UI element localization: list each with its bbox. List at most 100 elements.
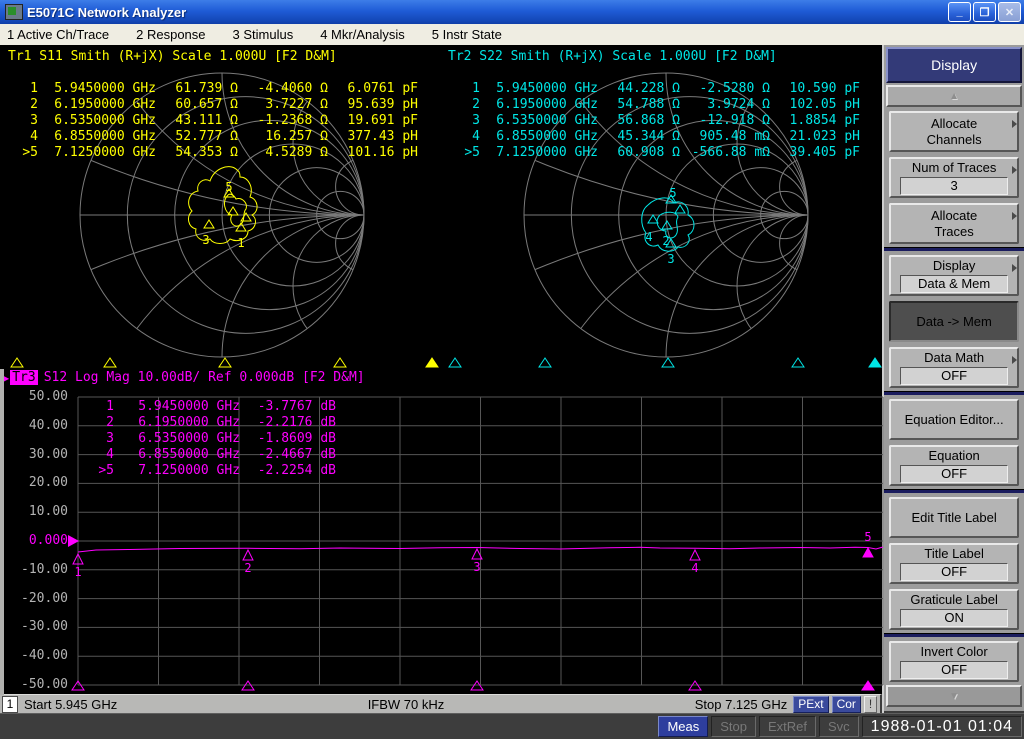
softkey-display-value: Data & Mem: [900, 275, 1009, 293]
softkey-sidebar: Display ▲ Allocate Channels Num of Traces 3…: [882, 45, 1024, 713]
tr2-marker-table: 1 5.9450000 GHz 44.228 Ω -2.5280 Ω 10.590 pF…: [442, 81, 860, 161]
analyzer-screen: 1 3 5 2 3 4 5 1 2 3 4 5 Tr1 S11 Smith (R+jX) Scal…: [0, 45, 884, 695]
softkey-scroll-up-button[interactable]: ▲: [886, 85, 1022, 107]
marker-triangle-icon: [242, 548, 254, 561]
start-frequency: Start 5.945 GHz: [24, 696, 118, 712]
status-stop: Stop: [711, 716, 756, 737]
instrument-status-bar: Meas Stop ExtRef Svc 1988-01-01 01:04: [0, 713, 1024, 739]
stimulus-marker-icon: [791, 357, 805, 368]
menu-item-1-active-ch-trace[interactable]: 1 Active Ch/Trace: [7, 27, 109, 42]
marker-row: 2 6.1950000 GHz 54.788 Ω 3.9724 Ω 102.05 pH: [472, 97, 860, 112]
marker-label: 2: [662, 234, 669, 248]
submenu-arrow-icon: [1011, 356, 1017, 364]
y-axis-label: 0.000: [28, 533, 68, 548]
channel-number: 1: [2, 695, 18, 713]
title-bar: E5071C Network Analyzer _ ❐ ✕: [0, 0, 1024, 24]
status-svc: Svc: [819, 716, 859, 737]
submenu-arrow-icon: [1011, 166, 1017, 174]
menu-bar: 1 Active Ch/Trace 2 Response 3 Stimulus 4 M…: [0, 24, 1024, 45]
sidebar-empty-area: [884, 711, 1024, 713]
marker-row: 3 6.5350000 GHz -1.8609 dB: [106, 431, 336, 446]
stimulus-marker-icon: [218, 357, 232, 368]
marker-label: 3: [202, 233, 209, 247]
marker-row: 4 6.8550000 GHz 45.344 Ω 905.48 mΩ 21.023 pH: [472, 129, 860, 144]
softkey-scroll-down-button[interactable]: ▼: [886, 685, 1022, 707]
status-meas: Meas: [658, 716, 709, 737]
marker-label: 1: [237, 236, 244, 250]
menu-item-3-stimulus[interactable]: 3 Stimulus: [233, 27, 294, 42]
softkey-data-math[interactable]: Data Math OFF: [889, 347, 1019, 388]
marker-row: 2 6.1950000 GHz 60.657 Ω 3.7227 Ω 95.639 pH: [30, 97, 418, 112]
marker-row: 2 6.1950000 GHz -2.2176 dB: [106, 415, 336, 430]
softkey-num-of-traces[interactable]: Num of Traces 3: [889, 157, 1019, 198]
window-title: E5071C Network Analyzer: [27, 4, 187, 20]
y-axis-label: 50.00: [28, 389, 68, 404]
softkey-allocate-traces[interactable]: Allocate Traces: [889, 203, 1019, 244]
softkey-title-label-value: OFF: [900, 563, 1009, 581]
status-badge-pext: PExt: [793, 695, 829, 713]
softkey-group-separator: [884, 633, 1024, 637]
marker-triangle-icon: [240, 212, 252, 222]
y-axis-label: -40.00: [21, 648, 68, 664]
marker-label: 2: [244, 561, 251, 575]
tr3-header: ▶ Tr3 S12 Log Mag 10.00dB/ Ref 0.000dB […: [2, 370, 365, 385]
y-axis-label: 40.00: [28, 417, 68, 433]
menu-item-2-response[interactable]: 2 Response: [136, 27, 205, 42]
stimulus-marker-icon: [333, 357, 347, 368]
marker-triangle-icon: [689, 548, 701, 561]
y-axis-label: 30.00: [28, 446, 68, 462]
stimulus-marker-icon: [448, 357, 462, 368]
down-arrow-icon: ▼: [949, 690, 960, 702]
softkey-edit-title-label[interactable]: Edit Title Label: [889, 497, 1019, 538]
marker-row: >5 7.1250000 GHz 60.908 Ω -566.88 mΩ 39.405 …: [464, 145, 860, 160]
stimulus-marker-icon: [868, 357, 882, 368]
channel-badges: PExt Cor!: [793, 695, 880, 713]
softkey-invert-color-value: OFF: [900, 661, 1009, 679]
tr3-name: Tr3: [10, 370, 38, 385]
smith-stimulus-markers: [10, 357, 882, 368]
marker-label: 3: [473, 560, 480, 574]
menu-item-4-mkr-analysis[interactable]: 4 Mkr/Analysis: [320, 27, 405, 42]
marker-row: 1 5.9450000 GHz 61.739 Ω -4.4060 Ω 6.0761 pF: [30, 81, 418, 96]
ifbw-value: IFBW 70 kHz: [367, 696, 445, 712]
marker-triangle-icon: [674, 204, 686, 214]
softkey-title-label[interactable]: Title Label OFF: [889, 543, 1019, 584]
marker-row: 3 6.5350000 GHz 56.868 Ω -12.918 Ω 1.8854 pF: [472, 113, 860, 128]
tr1-header: Tr1 S11 Smith (R+jX) Scale 1.000U [F2 D&…: [8, 49, 337, 64]
tr3-header-text: S12 Log Mag 10.00dB/ Ref 0.000dB [F2 D&M…: [43, 370, 365, 385]
tr2-header: Tr2 S22 Smith (R+jX) Scale 1.000U [F2 D&…: [448, 49, 777, 64]
up-arrow-icon: ▲: [949, 90, 960, 102]
softkey-group-separator: [884, 247, 1024, 251]
softkey-allocate-channels[interactable]: Allocate Channels: [889, 111, 1019, 152]
marker-label: 3: [667, 252, 674, 266]
y-axis-label: -10.00: [21, 561, 68, 577]
softkey-graticule-label[interactable]: Graticule Label ON: [889, 589, 1019, 630]
close-button[interactable]: ✕: [998, 2, 1021, 22]
softkey-data-math-value: OFF: [900, 367, 1009, 385]
softkey-invert-color[interactable]: Invert Color OFF: [889, 641, 1019, 682]
stimulus-marker-icon: [103, 357, 117, 368]
softkey-num-of-traces-value: 3: [900, 177, 1009, 195]
y-axis-label: -20.00: [21, 590, 68, 606]
marker-label: 5: [864, 530, 871, 544]
submenu-arrow-icon: [1011, 264, 1017, 272]
submenu-arrow-icon: [1011, 212, 1017, 220]
marker-row: >5 7.1250000 GHz -2.2254 dB: [98, 463, 336, 478]
softkey-equation[interactable]: Equation OFF: [889, 445, 1019, 486]
stimulus-marker-icon: [538, 357, 552, 368]
softkey-data-mem[interactable]: Data -> Mem: [889, 301, 1019, 342]
minimize-button[interactable]: _: [948, 2, 971, 22]
marker-row: 1 5.9450000 GHz 44.228 Ω -2.5280 Ω 10.590 pF: [472, 81, 860, 96]
softkey-equation-editor[interactable]: Equation Editor...: [889, 399, 1019, 440]
restore-button[interactable]: ❐: [973, 2, 996, 22]
tr1-marker-table: 1 5.9450000 GHz 61.739 Ω -4.4060 Ω 6.0761 pF…: [0, 81, 418, 161]
status-badge-cor: Cor: [831, 695, 861, 713]
menu-item-5-instr-state[interactable]: 5 Instr State: [432, 27, 502, 42]
stop-frequency: Stop 7.125 GHz: [694, 696, 788, 712]
marker-row: 4 6.8550000 GHz -2.4667 dB: [106, 447, 336, 462]
app-icon: [5, 4, 23, 20]
softkey-display[interactable]: Display Data & Mem: [889, 255, 1019, 296]
marker-row: 1 5.9450000 GHz -3.7767 dB: [106, 399, 336, 414]
softkey-equation-value: OFF: [900, 465, 1009, 483]
submenu-arrow-icon: [1011, 120, 1017, 128]
